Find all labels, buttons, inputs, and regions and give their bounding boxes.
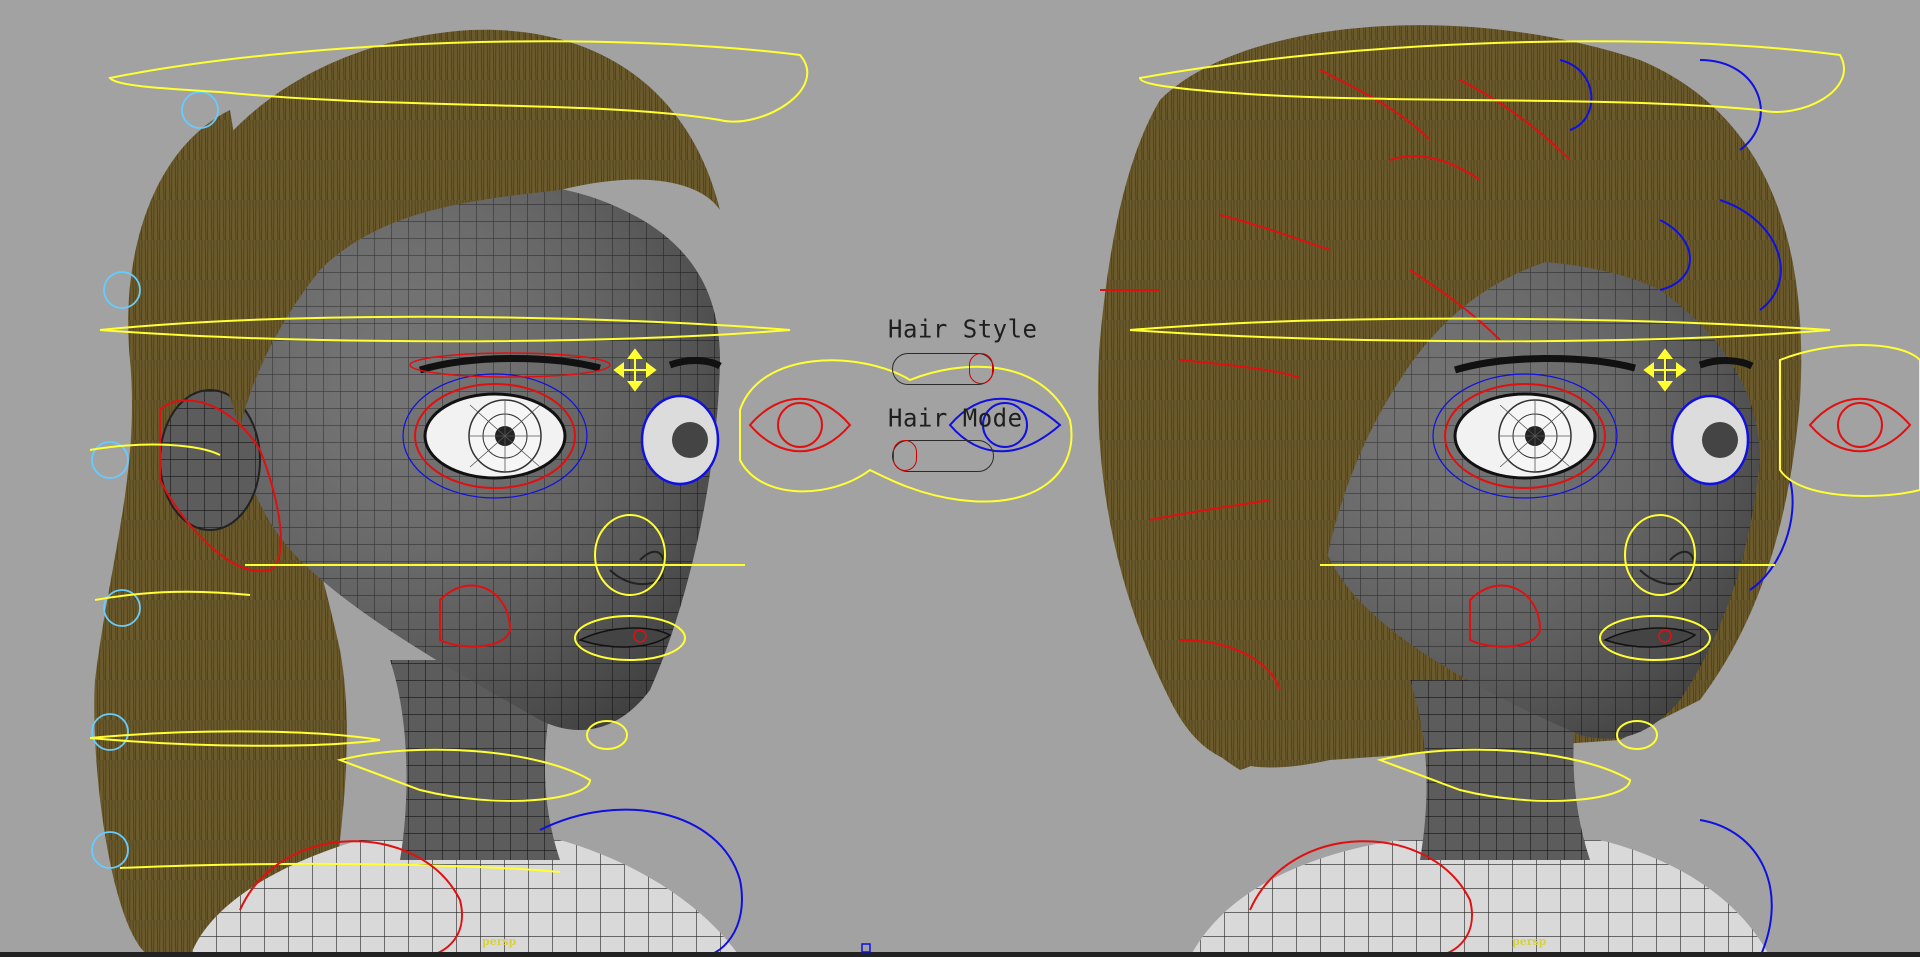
left-character[interactable] [89,29,809,957]
left-camera-label: persp [482,935,517,948]
hair-style-knob[interactable] [969,353,993,384]
maya-viewport[interactable]: Hair Style Hair Mode persp persp [0,0,1920,957]
left-ear [159,389,261,531]
hair-mode-switch[interactable] [892,440,994,472]
hair-style-switch[interactable] [892,353,994,385]
hair-style-label: Hair Style [888,314,1038,344]
right-camera-label: persp [1512,935,1547,948]
hair-mode-label: Hair Mode [888,403,1023,433]
eye-control-icon [748,397,852,453]
hair-mode-knob[interactable] [893,440,917,471]
right-character[interactable] [1098,25,1920,957]
